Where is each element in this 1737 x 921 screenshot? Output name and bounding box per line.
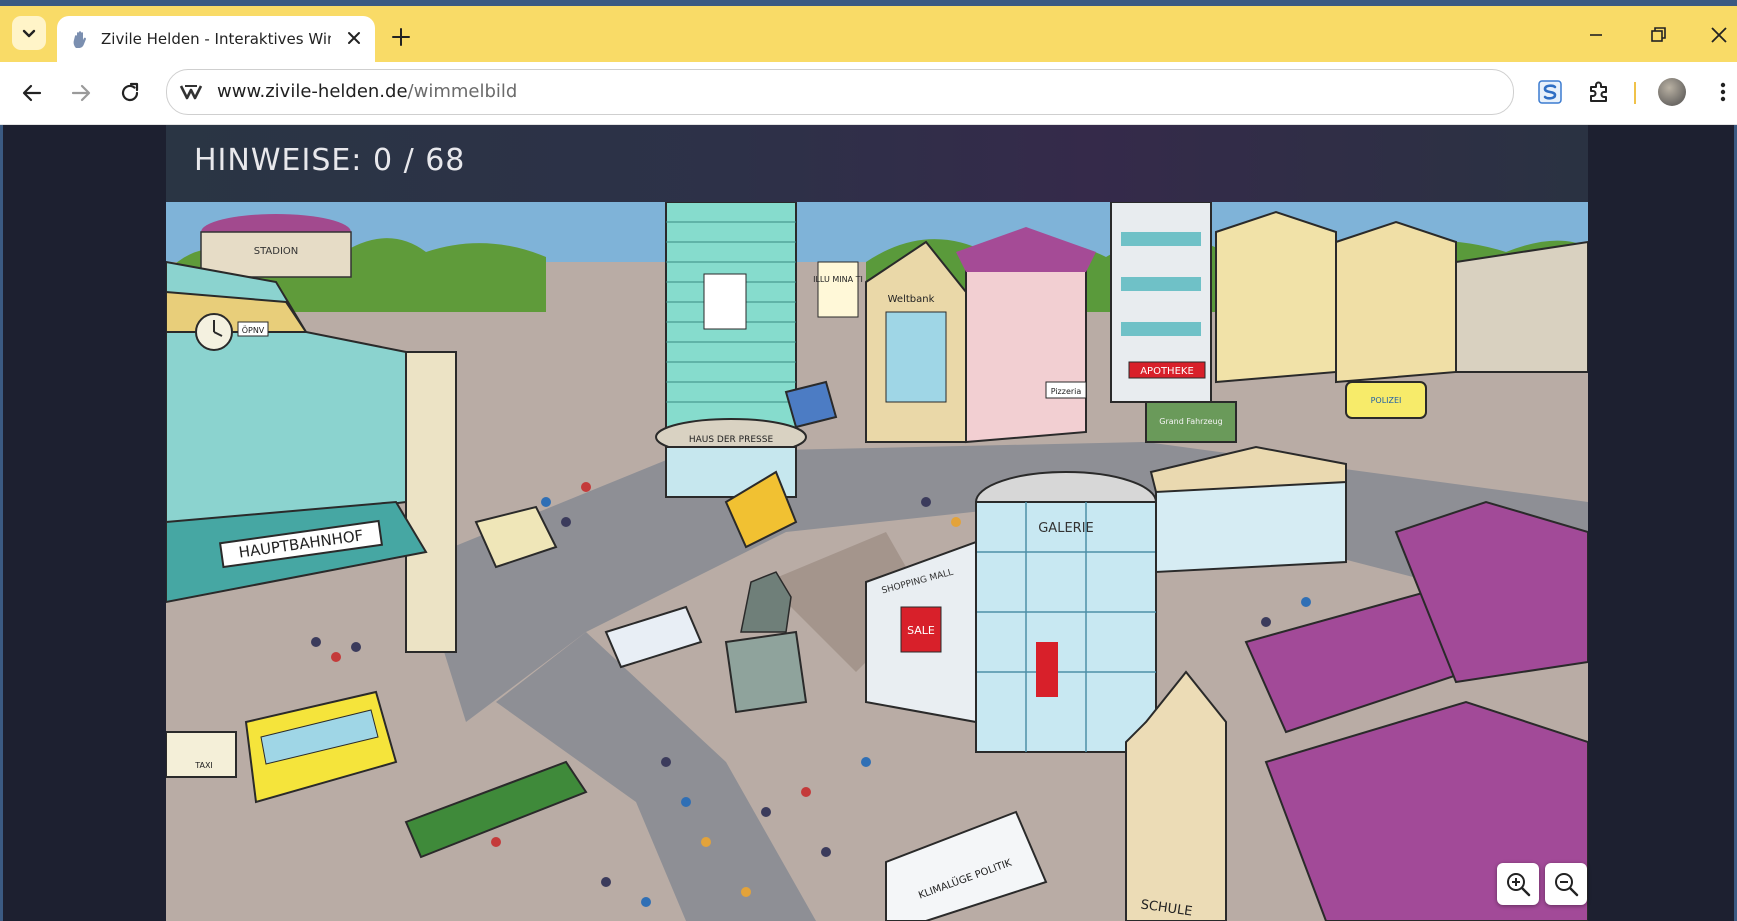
forward-arrow-icon[interactable] [69,81,93,105]
sign-taxi: TAXI [194,761,213,770]
apotheke-building: APOTHEKE [1110,202,1212,403]
profile-avatar[interactable] [1658,78,1686,106]
sign-illuminati: ILLU MINA TI [813,275,863,284]
tab-search-button[interactable] [12,16,46,50]
wimmelbild-canvas[interactable]: STADION ÖPNV HAUPTBAHNHOF HAUS DER PRESS… [166,202,1588,921]
hints-counter: HINWEISE: 0 / 68 [194,143,466,178]
browser-window: Zivile Helden - Interaktives Wimmelbild [0,0,1737,921]
browser-toolbar: www.zivile-helden.de/wimmelbild [0,62,1737,125]
pink-building: Pizzeria [956,227,1096,444]
sign-truck: Grand Fahrzeug [1159,417,1222,426]
toolbar-divider [1634,82,1636,104]
tab-active[interactable]: Zivile Helden - Interaktives Wimmelbild [57,16,375,62]
extensions-puzzle-icon[interactable] [1585,78,1613,106]
site-info-icon[interactable] [179,82,203,102]
minimize-icon[interactable] [1585,24,1607,46]
window-frame-left [0,125,3,921]
stadion-building: STADION [200,214,352,278]
sign-oepnv: ÖPNV [242,325,265,335]
hand-favicon-icon [73,31,86,48]
tab-title: Zivile Helden - Interaktives Wimmelbild [101,30,331,48]
sign-galerie: GALERIE [1038,521,1094,536]
galerie-building: GALERIE [975,471,1157,753]
sign-pizzeria: Pizzeria [1051,387,1082,396]
sign-stadion: STADION [254,246,299,257]
hints-bar: HINWEISE: 0 / 68 [166,125,1588,202]
close-tab-icon[interactable] [345,29,363,47]
haus-der-presse-tower: HAUS DER PRESSE [655,202,807,498]
sign-apotheke: APOTHEKE [1140,366,1194,377]
zoom-in-button[interactable] [1497,863,1539,905]
sign-weltbank: Weltbank [888,294,935,305]
address-bar[interactable]: www.zivile-helden.de/wimmelbild [166,69,1514,115]
police-van: POLIZEI [1345,381,1427,419]
new-tab-plus-icon[interactable] [390,26,412,48]
extension-s-icon[interactable] [1536,78,1564,106]
zoom-in-icon [1507,873,1531,897]
zoom-out-button[interactable] [1545,863,1587,905]
url-text: www.zivile-helden.de/wimmelbild [217,81,517,102]
sign-sale: SALE [907,624,935,637]
page-viewport: HINWEISE: 0 / 68 STADION ÖPNV HAUPTBAHNH… [0,125,1737,921]
url-path: /wimmelbild [407,81,518,102]
url-host: www.zivile-helden.de [217,81,408,102]
menu-kebab-icon[interactable] [1709,78,1737,106]
green-truck: Grand Fahrzeug [1145,401,1237,443]
zoom-out-icon [1555,873,1579,897]
restore-icon[interactable] [1647,24,1669,46]
taxi: TAXI [166,731,237,778]
wimmelbild-illustration[interactable]: STADION ÖPNV HAUPTBAHNHOF HAUS DER PRESS… [166,202,1588,921]
sign-haus-der-presse: HAUS DER PRESSE [689,435,774,445]
back-arrow-icon[interactable] [20,81,44,105]
chevron-down-icon [22,29,36,38]
reload-icon[interactable] [118,81,142,105]
close-window-icon[interactable] [1708,24,1730,46]
sign-polizei: POLIZEI [1371,396,1402,405]
tab-strip: Zivile Helden - Interaktives Wimmelbild [0,6,1737,62]
